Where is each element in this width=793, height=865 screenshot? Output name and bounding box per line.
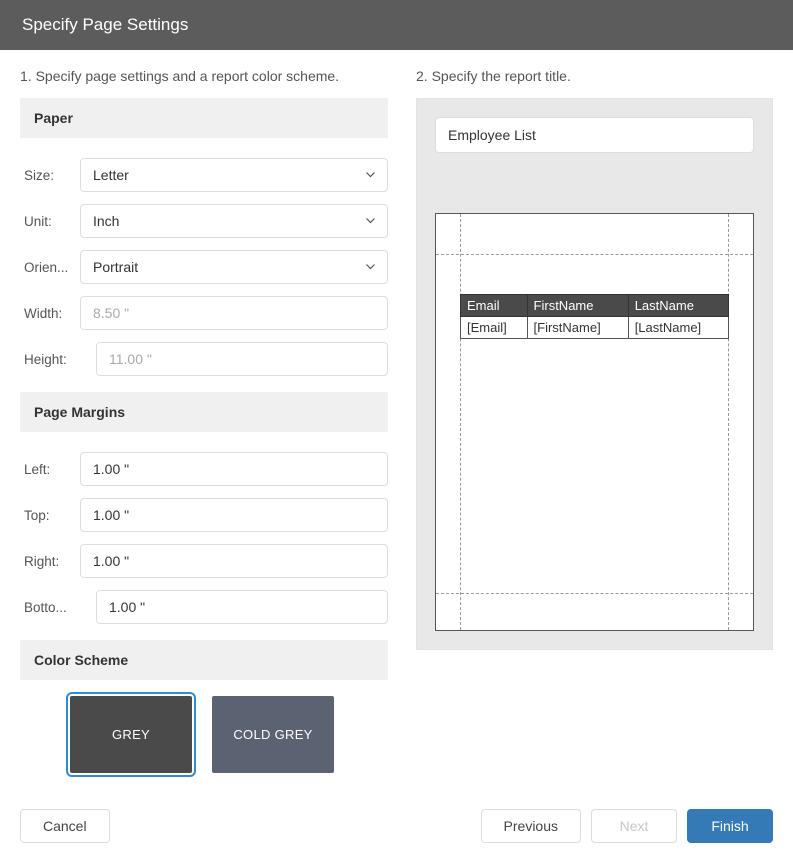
previous-button[interactable]: Previous [481, 809, 581, 843]
table-row: [Email] [FirstName] [LastName] [461, 317, 729, 339]
margin-left-input[interactable]: 1.00 " [80, 452, 388, 486]
orientation-value: Portrait [93, 259, 138, 275]
unit-select[interactable]: Inch [80, 204, 388, 238]
orientation-select[interactable]: Portrait [80, 250, 388, 284]
size-value: Letter [93, 167, 129, 183]
finish-button[interactable]: Finish [687, 809, 773, 843]
step-2-label: 2. Specify the report title. [416, 68, 773, 84]
td-email: [Email] [461, 317, 528, 339]
margin-right-input[interactable]: 1.00 " [80, 544, 388, 578]
button-label: Next [620, 818, 649, 834]
color-section-header: Color Scheme [20, 640, 388, 680]
margin-left-label: Left: [24, 462, 80, 477]
button-label: Previous [504, 818, 558, 834]
right-column: 2. Specify the report title. Employee Li… [416, 68, 773, 773]
left-column: 1. Specify page settings and a report co… [20, 68, 388, 773]
width-label: Width: [24, 306, 80, 321]
td-lastname: [LastName] [628, 317, 728, 339]
th-firstname: FirstName [527, 295, 628, 317]
button-label: Finish [711, 818, 748, 834]
margin-guide-bottom [436, 593, 753, 594]
margin-top-input[interactable]: 1.00 " [80, 498, 388, 532]
step-1-label: 1. Specify page settings and a report co… [20, 68, 388, 84]
width-value: 8.50 " [93, 305, 129, 321]
margin-guide-left [460, 214, 461, 630]
next-button: Next [591, 809, 677, 843]
unit-value: Inch [93, 213, 119, 229]
margin-right-label: Right: [24, 554, 80, 569]
cancel-button[interactable]: Cancel [20, 809, 110, 843]
th-email: Email [461, 295, 528, 317]
table-header-row: Email FirstName LastName [461, 295, 729, 317]
size-select[interactable]: Letter [80, 158, 388, 192]
page-preview: Email FirstName LastName [Email] [FirstN… [435, 213, 754, 631]
preview-table: Email FirstName LastName [Email] [FirstN… [460, 294, 729, 339]
margin-guide-right [728, 214, 729, 630]
size-label: Size: [24, 168, 80, 183]
footer: Cancel Previous Next Finish [0, 793, 793, 865]
margin-left-value: 1.00 " [93, 461, 129, 477]
unit-label: Unit: [24, 214, 80, 229]
orientation-label: Orien... [24, 260, 80, 275]
margin-bottom-value: 1.00 " [109, 599, 145, 615]
preview-panel: Employee List Email [416, 98, 773, 650]
button-label: Cancel [43, 818, 87, 834]
chevron-down-icon [366, 172, 375, 178]
margin-guide-top [436, 254, 753, 255]
margin-top-label: Top: [24, 508, 80, 523]
margin-bottom-label: Botto... [24, 600, 96, 615]
margins-section-header: Page Margins [20, 392, 388, 432]
height-label: Height: [24, 352, 96, 367]
height-value: 11.00 " [109, 351, 152, 367]
width-input[interactable]: 8.50 " [80, 296, 388, 330]
chevron-down-icon [366, 264, 375, 270]
height-input[interactable]: 11.00 " [96, 342, 388, 376]
margin-right-value: 1.00 " [93, 553, 129, 569]
paper-section-header: Paper [20, 98, 388, 138]
report-title-value: Employee List [448, 127, 536, 143]
dialog-title: Specify Page Settings [22, 15, 188, 34]
margin-bottom-input[interactable]: 1.00 " [96, 590, 388, 624]
chevron-down-icon [366, 218, 375, 224]
color-swatch-cold-grey[interactable]: COLD GREY [212, 696, 334, 773]
dialog-header: Specify Page Settings [0, 0, 793, 50]
th-lastname: LastName [628, 295, 728, 317]
color-swatch-grey[interactable]: GREY [70, 696, 192, 773]
swatch-label: GREY [112, 727, 150, 742]
margin-top-value: 1.00 " [93, 507, 129, 523]
swatch-label: COLD GREY [233, 727, 312, 742]
report-title-input[interactable]: Employee List [435, 117, 754, 153]
td-firstname: [FirstName] [527, 317, 628, 339]
